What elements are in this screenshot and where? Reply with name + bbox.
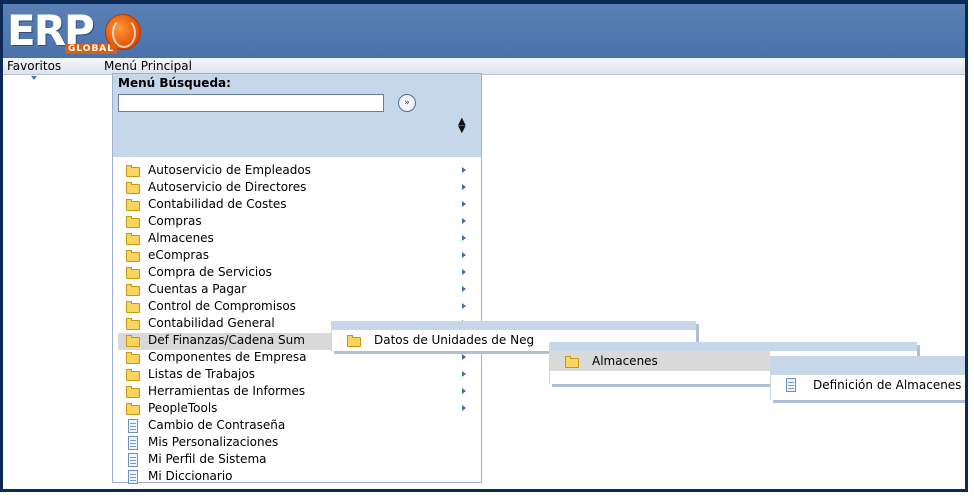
menu-item-control-compromisos[interactable]: Control de Compromisos: [118, 299, 470, 316]
submenu-arrow-icon: [462, 184, 466, 190]
menu-item-label: Autoservicio de Empleados: [148, 163, 311, 177]
menu-item-label: Almacenes: [148, 231, 214, 245]
submenu-arrow-icon: [462, 354, 466, 360]
folder-icon: [126, 216, 140, 228]
submenu-arrow-icon: [462, 269, 466, 275]
menu-item-ecompras[interactable]: eCompras: [118, 248, 470, 265]
flyout-level-3: Definición de Almacenes: [770, 356, 965, 400]
folder-icon: [126, 267, 140, 279]
submenu-arrow-icon: [462, 371, 466, 377]
menu-item-herramientas-informes[interactable]: Herramientas de Informes: [118, 384, 470, 401]
flyout-item-almacenes[interactable]: Almacenes: [550, 351, 770, 371]
sort-icon[interactable]: ▲ ▼: [458, 117, 466, 135]
menu-item-peopletools[interactable]: PeopleTools: [118, 401, 470, 418]
menu-item-componentes-empresa[interactable]: Componentes de Empresa: [118, 350, 470, 367]
folder-icon: [126, 352, 140, 364]
submenu-arrow-icon: [462, 218, 466, 224]
document-icon: [128, 470, 138, 484]
folder-icon: [126, 403, 140, 415]
menu-search-input[interactable]: [118, 94, 384, 112]
flyout-header: [332, 322, 696, 330]
menu-item-autoservicio-directores[interactable]: Autoservicio de Directores: [118, 180, 470, 197]
menu-item-label: Cambio de Contraseña: [148, 418, 286, 432]
menu-item-label: Control de Compromisos: [148, 299, 296, 313]
menu-item-label: Mi Perfil de Sistema: [148, 452, 267, 466]
menu-item-label: Listas de Trabajos: [148, 367, 255, 381]
menu-item-mi-diccionario[interactable]: Mi Diccionario: [118, 469, 470, 486]
nav-main-menu-label: Menú Principal: [104, 59, 192, 73]
menu-item-label: Autoservicio de Directores: [148, 180, 307, 194]
menu-item-label: Contabilidad General: [148, 316, 275, 330]
submenu-arrow-icon: [462, 388, 466, 394]
menu-item-cuentas-pagar[interactable]: Cuentas a Pagar: [118, 282, 470, 299]
menu-item-cambio-contrasena[interactable]: Cambio de Contraseña: [118, 418, 470, 435]
document-icon: [128, 419, 138, 433]
menu-item-label: Cuentas a Pagar: [148, 282, 247, 296]
menu-item-label: Mis Personalizaciones: [148, 435, 279, 449]
menu-item-label: Mi Diccionario: [148, 469, 233, 483]
flyout-header: [550, 343, 917, 351]
flyout-item-label: Almacenes: [592, 354, 658, 368]
folder-icon: [126, 165, 140, 177]
flyout-item-label: Datos de Unidades de Neg: [374, 333, 535, 347]
folder-icon: [126, 369, 140, 381]
submenu-arrow-icon: [462, 167, 466, 173]
folder-icon: [126, 250, 140, 262]
app-window: ERP GLOBAL Favoritos Menú Principal Menú…: [0, 0, 968, 492]
document-icon: [128, 453, 138, 467]
header-banner: ERP GLOBAL: [3, 4, 965, 58]
menu-item-mi-perfil-sistema[interactable]: Mi Perfil de Sistema: [118, 452, 470, 469]
menu-item-label: Def Finanzas/Cadena Sum: [148, 333, 305, 347]
menu-item-label: Compras: [148, 214, 202, 228]
main-menu-panel: Menú Búsqueda: » ▲ ▼ Autoservicio de Empl…: [112, 73, 482, 486]
submenu-arrow-icon: [462, 235, 466, 241]
document-icon: [128, 436, 138, 450]
menu-item-label: Compra de Servicios: [148, 265, 272, 279]
submenu-arrow-icon: [462, 252, 466, 258]
menu-item-compra-servicios[interactable]: Compra de Servicios: [118, 265, 470, 282]
dropdown-indicator-icon: [31, 76, 38, 80]
nav-favorites-label: Favoritos: [7, 59, 62, 73]
menu-item-label: Componentes de Empresa: [148, 350, 307, 364]
nav-favorites[interactable]: Favoritos: [7, 59, 62, 80]
menu-item-almacenes[interactable]: Almacenes: [118, 231, 470, 248]
menu-item-label: eCompras: [148, 248, 209, 262]
submenu-arrow-icon: [462, 286, 466, 292]
flyout-item-label: Definición de Almacenes: [813, 378, 962, 392]
folder-icon: [347, 335, 361, 347]
search-go-icon[interactable]: »: [398, 94, 416, 112]
logo-subtext: GLOBAL: [65, 44, 118, 54]
menu-item-mis-personalizaciones[interactable]: Mis Personalizaciones: [118, 435, 470, 452]
flyout-item-definicion-almacenes[interactable]: Definición de Almacenes: [771, 375, 965, 395]
folder-icon: [126, 233, 140, 245]
erp-global-logo[interactable]: ERP GLOBAL: [7, 6, 187, 56]
submenu-arrow-icon: [462, 303, 466, 309]
menu-item-listas-trabajos[interactable]: Listas de Trabajos: [118, 367, 470, 384]
menu-item-compras[interactable]: Compras: [118, 214, 470, 231]
menu-item-contabilidad-costes[interactable]: Contabilidad de Costes: [118, 197, 470, 214]
folder-icon: [126, 386, 140, 398]
submenu-arrow-icon: [462, 201, 466, 207]
menu-search: Menú Búsqueda: » ▲ ▼: [113, 74, 481, 157]
nav-main-menu[interactable]: Menú Principal: [104, 59, 192, 80]
menu-search-label: Menú Búsqueda:: [118, 76, 231, 90]
menu-item-label: Contabilidad de Costes: [148, 197, 287, 211]
flyout-header: [771, 357, 965, 375]
menu-item-label: Herramientas de Informes: [148, 384, 306, 398]
folder-icon: [126, 182, 140, 194]
menu-item-label: PeopleTools: [148, 401, 218, 415]
folder-icon: [126, 318, 140, 330]
folder-icon: [126, 284, 140, 296]
submenu-arrow-icon: [462, 405, 466, 411]
folder-icon: [565, 356, 579, 368]
folder-icon: [126, 199, 140, 211]
menu-item-autoservicio-empleados[interactable]: Autoservicio de Empleados: [118, 163, 470, 180]
folder-icon: [126, 301, 140, 313]
folder-icon: [126, 335, 140, 347]
document-icon: [786, 378, 796, 392]
